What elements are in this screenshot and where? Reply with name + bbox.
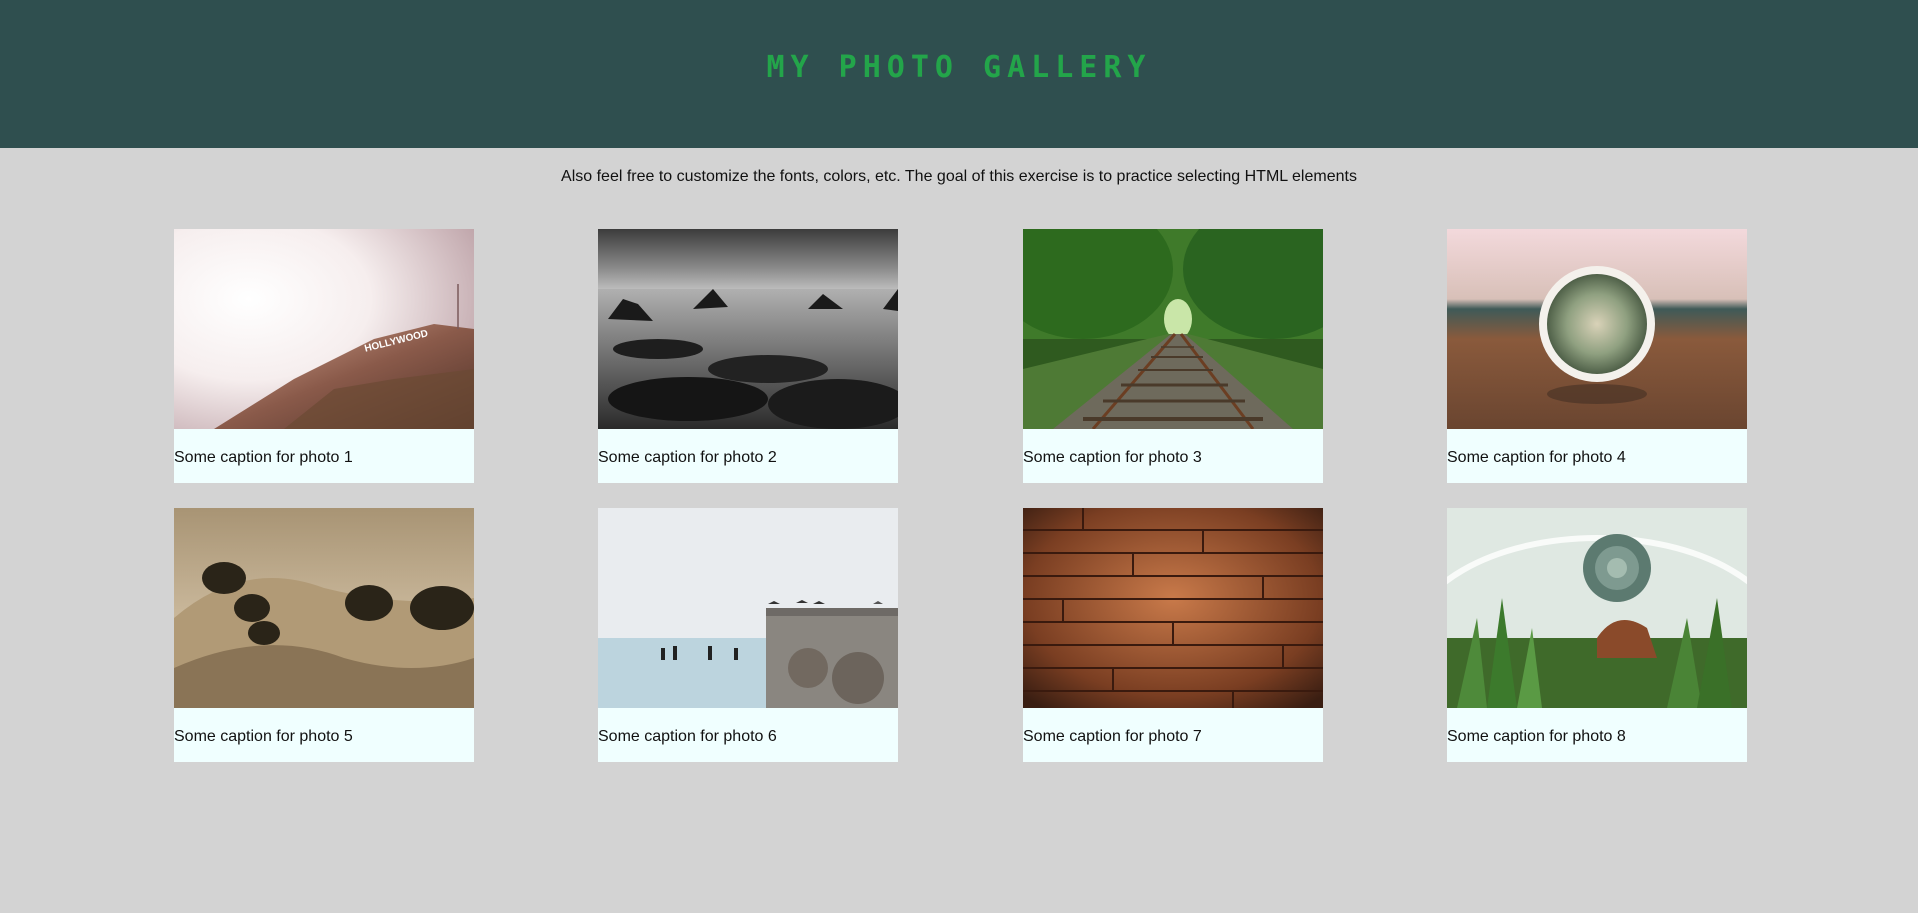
photo-card-3: Some caption for photo 3: [1023, 229, 1323, 483]
photo-caption: Some caption for photo 7: [1023, 728, 1202, 745]
intro-text: Also feel free to customize the fonts, c…: [561, 168, 1357, 185]
photo-card-1: HOLLYWOOD Some caption for photo 1: [174, 229, 474, 483]
page-title: My Photo Gallery: [766, 50, 1152, 85]
photo-caption: Some caption for photo 4: [1447, 449, 1626, 466]
photo-caption: Some caption for photo 1: [174, 449, 353, 466]
photo-card-5: Some caption for photo 5: [174, 508, 474, 762]
photo-card-8: Some caption for photo 8: [1447, 508, 1747, 762]
photo-card-2: Some caption for photo 2: [598, 229, 898, 483]
photo-caption: Some caption for photo 8: [1447, 728, 1626, 745]
cactus-photo[interactable]: [1447, 229, 1747, 429]
rocky-coast-photo[interactable]: [598, 229, 898, 429]
photo-card-7: Some caption for photo 7: [1023, 508, 1323, 762]
oak-hills-photo[interactable]: [174, 508, 474, 708]
wood-planks-photo[interactable]: [1023, 508, 1323, 708]
terrarium-photo[interactable]: [1447, 508, 1747, 708]
photo-caption: Some caption for photo 6: [598, 728, 777, 745]
photo-caption: Some caption for photo 2: [598, 449, 777, 466]
photo-card-4: Some caption for photo 4: [1447, 229, 1747, 483]
railway-tracks-photo[interactable]: [1023, 229, 1323, 429]
page-header: My Photo Gallery: [0, 0, 1918, 148]
seaside-birds-photo[interactable]: [598, 508, 898, 708]
hollywood-hills-photo[interactable]: HOLLYWOOD: [174, 229, 474, 429]
photo-caption: Some caption for photo 5: [174, 728, 353, 745]
photo-card-6: Some caption for photo 6: [598, 508, 898, 762]
photo-caption: Some caption for photo 3: [1023, 449, 1202, 466]
